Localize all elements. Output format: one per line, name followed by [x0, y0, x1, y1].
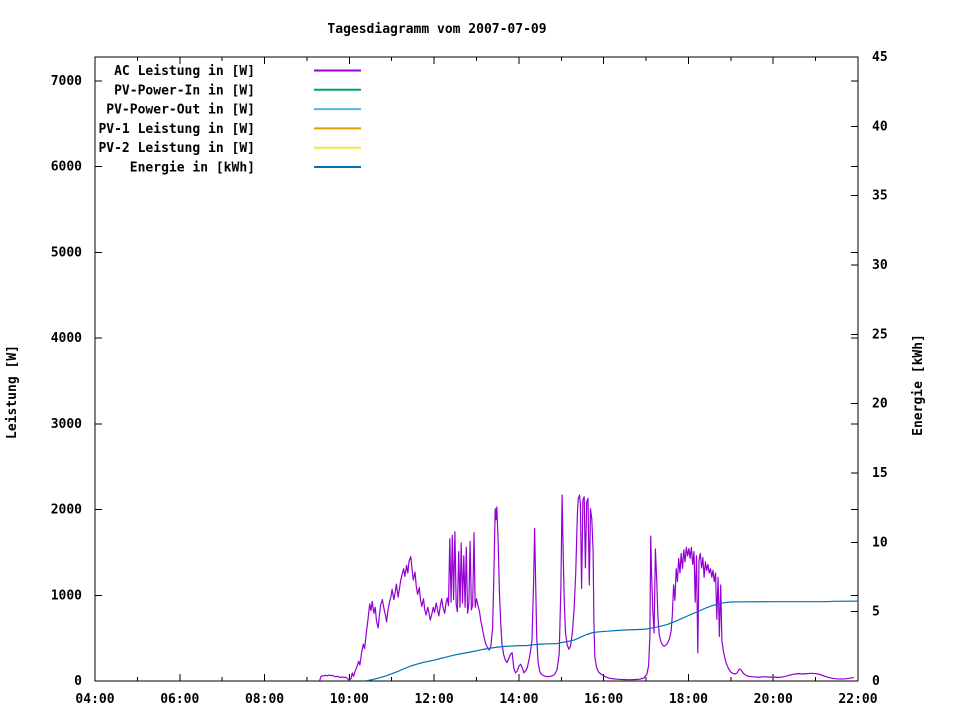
x-tick-label: 12:00: [415, 692, 454, 707]
plot-generated-content: 04:00 06:00 08:00 10:00 12:00 14:00 16:00 18:00…: [51, 50, 888, 707]
plot-area: Tagesdiagramm vom 2007-07-09 Leistung [W…: [0, 0, 960, 720]
y-tick-label-right: 10: [872, 535, 888, 550]
y-tick-label-right: 45: [872, 50, 888, 65]
y-tick-label-left: 3000: [51, 417, 82, 432]
y-tick-label-right: 0: [872, 674, 880, 689]
y-tick-label-right: 5: [872, 605, 880, 620]
legend-label: PV-Power-In in [W]: [114, 83, 255, 98]
legend-label: PV-2 Leistung in [W]: [98, 141, 255, 156]
legend-label: AC Leistung in [W]: [114, 64, 255, 79]
y-tick-label-left: 5000: [51, 245, 82, 260]
legend-label: Energie in [kWh]: [130, 161, 255, 176]
x-tick-label: 06:00: [160, 692, 199, 707]
y-tick-label-left: 2000: [51, 503, 82, 518]
y-tick-label-right: 15: [872, 466, 888, 481]
y-tick-label-left: 0: [74, 674, 82, 689]
y-tick-label-right: 30: [872, 258, 888, 273]
legend-label: PV-Power-Out in [W]: [106, 103, 255, 118]
legend-label: PV-1 Leistung in [W]: [98, 122, 255, 137]
chart-title: Tagesdiagramm vom 2007-07-09: [327, 22, 546, 37]
y-tick-label-left: 4000: [51, 331, 82, 346]
x-tick-label: 10:00: [330, 692, 369, 707]
y-tick-label-right: 35: [872, 189, 888, 204]
x-tick-label: 20:00: [754, 692, 793, 707]
y-tick-label-left: 6000: [51, 160, 82, 175]
y-axis-label-right: Energie [kWh]: [911, 334, 926, 436]
y-tick-label-right: 20: [872, 397, 888, 412]
y-tick-label-right: 25: [872, 327, 888, 342]
y-tick-label-right: 40: [872, 119, 888, 134]
x-tick-label: 22:00: [838, 692, 877, 707]
x-tick-label: 14:00: [499, 692, 538, 707]
y-axis-label-left: Leistung [W]: [5, 345, 20, 439]
y-tick-label-left: 7000: [51, 74, 82, 89]
x-tick-label: 16:00: [584, 692, 623, 707]
chart-canvas: Tagesdiagramm vom 2007-07-09 Leistung [W…: [0, 0, 960, 720]
x-tick-label: 04:00: [75, 692, 114, 707]
series-line-ac-leistung-in-w: [320, 495, 854, 681]
x-tick-label: 18:00: [669, 692, 708, 707]
series-line-energie-in-kwh: [366, 601, 858, 681]
x-tick-label: 08:00: [245, 692, 284, 707]
y-tick-label-left: 1000: [51, 588, 82, 603]
